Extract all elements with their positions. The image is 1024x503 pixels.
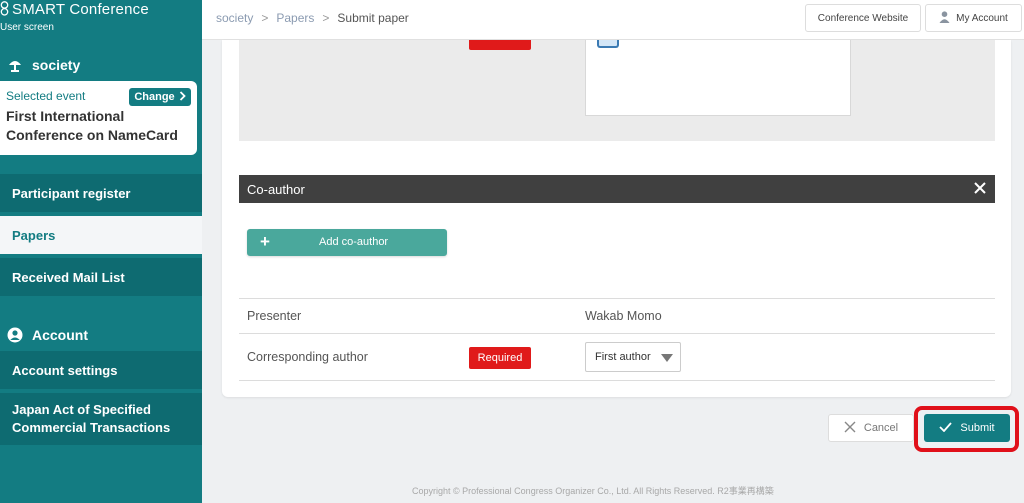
app-name: SMART Conference [12,1,149,18]
corresponding-author-label: Corresponding author [247,350,368,364]
coauthor-title: Co-author [247,181,305,197]
breadcrumb-separator: > [261,11,269,25]
app-subtitle: User screen [0,22,54,33]
sidebar-item-received-mail-list[interactable]: Received Mail List [0,258,202,296]
lamp-icon [6,57,24,73]
change-event-button[interactable]: Change [129,88,191,106]
selected-event-label: Selected event [6,89,86,103]
submit-label: Submit [960,422,995,434]
brand: SMART Conference [0,0,149,19]
close-icon [844,421,856,436]
coauthor-header: Co-author [239,175,995,203]
presenter-label: Presenter [247,309,302,323]
divider [239,380,995,381]
sidebar-item-label: Japan Act of Specified Commercial Transa… [12,402,171,435]
selected-event-card: Selected event Change First Internationa… [0,81,197,155]
account-label: Account [32,327,88,343]
society-heading: society [6,57,80,73]
submit-button[interactable]: Submit [924,414,1010,442]
divider [239,333,995,334]
corresponding-author-select[interactable]: First author [585,342,681,372]
select-value: First author [595,351,651,363]
close-icon[interactable] [973,180,987,198]
add-coauthor-label: Add co-author [319,236,389,248]
society-label: society [32,57,81,73]
sidebar-item-papers[interactable]: Papers [0,216,202,254]
top-bar: society > Papers > Submit paper Conferen… [202,0,1024,40]
sidebar-item-label: Papers [12,227,56,243]
breadcrumb-society[interactable]: society [216,11,253,25]
divider [239,298,995,299]
cancel-label: Cancel [863,422,899,434]
sidebar-item-account-settings[interactable]: Account settings [0,351,202,389]
breadcrumb-separator: > [322,11,330,25]
required-badge-partial [469,40,531,50]
account-heading: Account [6,327,88,343]
sidebar-item-label: Account settings [12,362,118,378]
footer-copyright: Copyright © Professional Congress Organi… [412,486,774,496]
user-icon [939,10,950,26]
my-account-label: My Account [956,12,1008,24]
breadcrumb: society > Papers > Submit paper [216,11,409,25]
cancel-button[interactable]: Cancel [828,414,914,442]
conference-website-button[interactable]: Conference Website [805,4,921,32]
previous-field-box [585,40,851,116]
plus-icon: + [260,232,270,251]
logo-icon [0,0,10,19]
presenter-value: Wakab Momo [585,309,662,323]
sidebar-item-label: Participant register [12,185,131,201]
conference-website-label: Conference Website [817,12,909,24]
sidebar-item-label: Received Mail List [12,269,125,285]
change-label: Change [134,91,175,103]
event-name: First International Conference on NameCa… [6,108,178,143]
my-account-button[interactable]: My Account [925,4,1022,32]
add-coauthor-button[interactable]: + Add co-author [247,229,447,256]
user-circle-icon [6,327,24,343]
checkbox-partial[interactable] [597,40,619,48]
breadcrumb-current: Submit paper [337,11,409,25]
sidebar-item-participant-register[interactable]: Participant register [0,174,202,212]
sidebar: SMART Conference User screen society Sel… [0,0,202,503]
breadcrumb-papers[interactable]: Papers [276,11,314,25]
caret-down-icon [661,354,673,362]
required-badge: Required [469,347,531,369]
check-icon [939,421,953,435]
chevron-right-icon [179,90,186,104]
sidebar-item-commercial-transactions[interactable]: Japan Act of Specified Commercial Transa… [0,393,202,445]
